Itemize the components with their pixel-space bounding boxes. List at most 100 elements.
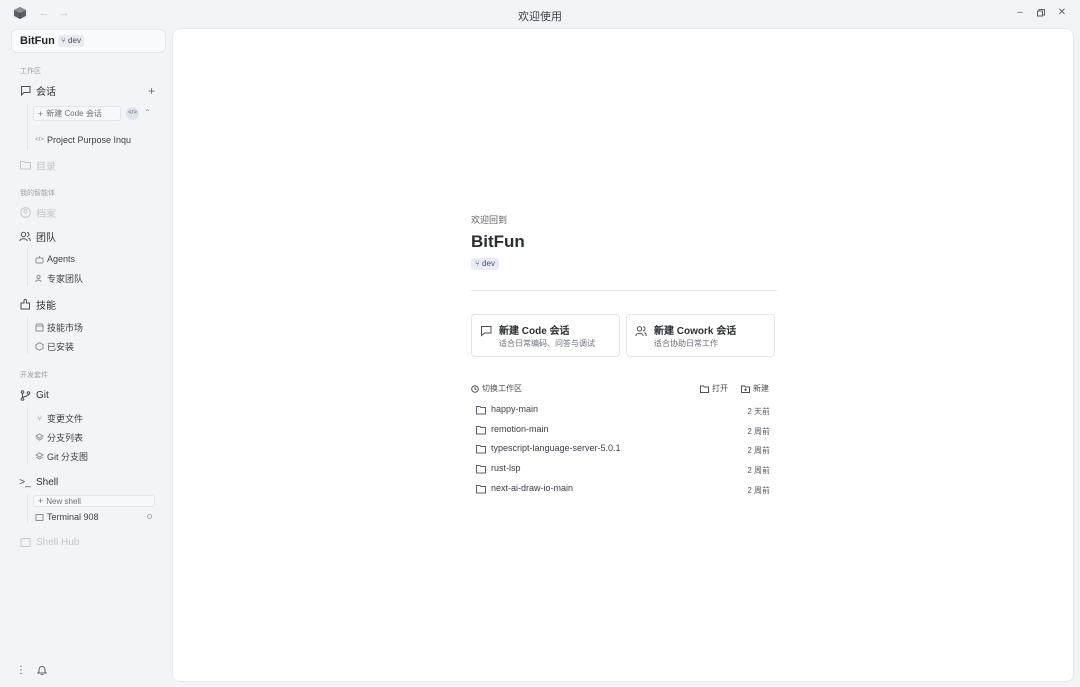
open-workspace-button[interactable]: 打开: [700, 383, 728, 394]
skills-item-label: 已安装: [47, 341, 75, 352]
workspace-name: BitFun: [20, 35, 55, 47]
add-session-button[interactable]: +: [148, 84, 155, 98]
branch-icon: ⑂: [61, 36, 66, 45]
recent-workspaces-list: happy-main 2 天前 remotion-main 2 周前 types…: [471, 401, 777, 499]
nav-skills-label: 技能: [36, 300, 56, 312]
code-icon: </>: [35, 137, 44, 143]
nav-team[interactable]: 团队: [19, 228, 56, 244]
git-branch-icon: [19, 389, 31, 401]
code-mode-icon[interactable]: </>: [126, 107, 139, 120]
nav-profile-label: 档案: [36, 208, 56, 220]
workspace-list-item[interactable]: happy-main 2 天前: [471, 401, 777, 421]
minimize-button[interactable]: –: [1013, 6, 1027, 20]
restore-button[interactable]: [1034, 6, 1048, 20]
card-description: 适合日常编码、问答与调试: [499, 339, 595, 348]
git-item-branches[interactable]: 分支列表: [35, 430, 83, 444]
skills-item-installed[interactable]: 已安装: [35, 339, 74, 353]
team-item-agents[interactable]: Agents: [35, 252, 75, 266]
card-title: 新建 Cowork 会话: [654, 326, 737, 337]
skills-item-market[interactable]: 技能市场: [35, 320, 83, 334]
folder-icon: [476, 465, 486, 474]
tree-line: [27, 494, 28, 524]
tree-line: [27, 316, 28, 354]
users-icon: [635, 324, 647, 337]
layers-icon: [35, 451, 44, 461]
tree-line: [27, 407, 28, 464]
tree-line: [27, 104, 28, 150]
terminal-item-label: Terminal 908: [47, 512, 99, 522]
layers-icon: [35, 432, 44, 442]
main-panel: 欢迎回到 BitFun ⑂ dev 新建 Code 会话 适合日常编码、问答与调…: [172, 28, 1074, 682]
title-bar: ← → 欢迎使用 – ✕: [0, 0, 1080, 28]
workspace-card[interactable]: BitFun ⑂ dev: [11, 29, 166, 53]
nav-git[interactable]: Git: [19, 387, 49, 403]
nav-sessions[interactable]: 会话: [19, 82, 56, 98]
workspace-list-item[interactable]: next-ai-draw-io-main 2 周前: [471, 480, 777, 500]
users-icon: [35, 274, 44, 283]
nav-shell[interactable]: >_ Shell: [19, 474, 58, 490]
collapse-icon[interactable]: ⌃: [144, 108, 151, 117]
workspace-list-item[interactable]: typescript-language-server-5.0.1 2 周前: [471, 440, 777, 460]
git-item-label: 变更文件: [47, 413, 84, 424]
git-item-label: Git 分支图: [47, 451, 89, 462]
status-dot-icon: [147, 514, 152, 519]
folder-plus-icon: [741, 385, 750, 393]
new-code-session-card[interactable]: 新建 Code 会话 适合日常编码、问答与调试: [471, 314, 620, 357]
nav-shell-hub-label: Shell Hub: [36, 536, 80, 548]
terminal-item[interactable]: Terminal 908: [35, 510, 99, 524]
sidebar: BitFun ⑂ dev: [0, 28, 172, 687]
terminal-window-icon: [35, 513, 44, 522]
new-workspace-button[interactable]: 新建: [741, 383, 769, 394]
branch-icon: ⑂: [475, 259, 480, 268]
profile-icon: [19, 206, 31, 218]
workspace-name: remotion-main: [491, 423, 549, 434]
team-item-label: 专家团队: [47, 273, 84, 284]
workspace-name: happy-main: [491, 404, 539, 414]
new-shell-label: New shell: [46, 496, 81, 506]
workspace-list-item[interactable]: remotion-main 2 周前: [471, 421, 777, 441]
section-agents-label: 我的智能体: [20, 190, 55, 197]
workspace-time: 2 周前: [747, 426, 770, 436]
nav-skills[interactable]: 技能: [19, 296, 56, 312]
branch-name: dev: [68, 36, 81, 45]
nav-directory[interactable]: 目录: [19, 157, 56, 173]
workspace-name: typescript-language-server-5.0.1: [491, 443, 621, 454]
close-button[interactable]: ✕: [1055, 6, 1069, 20]
section-devkit-label: 开发套件: [20, 372, 48, 379]
branch-name: dev: [482, 259, 495, 268]
switch-workspace-text: 切换工作区: [482, 384, 522, 393]
chat-icon: [480, 324, 492, 337]
git-branch-icon: ⑂: [37, 413, 42, 423]
branch-badge: ⑂ dev: [471, 258, 499, 270]
folder-icon: [476, 484, 486, 494]
nav-team-label: 团队: [36, 232, 56, 244]
nav-git-label: Git: [36, 389, 49, 401]
chat-icon: [19, 84, 31, 96]
workspace-list-item[interactable]: rust-lsp 2 周前: [471, 460, 777, 480]
folder-open-icon: [700, 385, 709, 393]
new-code-session-button[interactable]: + 新建 Code 会话: [33, 106, 121, 121]
workspace-switch-bar: 切换工作区 打开 新建: [471, 383, 771, 395]
open-label: 打开: [712, 384, 728, 393]
session-item[interactable]: </> Project Purpose Inqu: [35, 133, 131, 147]
welcome-header: 欢迎回到 BitFun ⑂ dev: [471, 213, 777, 271]
folder-icon: [19, 159, 31, 171]
workspace-name: rust-lsp: [491, 463, 521, 474]
new-cowork-session-card[interactable]: 新建 Cowork 会话 适合协助日常工作: [626, 314, 775, 357]
package-icon: [35, 341, 44, 351]
team-item-experts[interactable]: 专家团队: [35, 271, 83, 285]
bell-icon[interactable]: [36, 665, 48, 677]
git-item-graph[interactable]: Git 分支图: [35, 449, 88, 463]
folder-icon: [476, 406, 486, 415]
more-menu-icon[interactable]: ⋮: [15, 665, 27, 677]
new-shell-button[interactable]: + New shell: [33, 495, 155, 507]
nav-profile[interactable]: 档案: [19, 204, 56, 220]
git-item-changes[interactable]: ⑂ 变更文件: [35, 411, 83, 425]
puzzle-icon: [19, 298, 31, 310]
welcome-workspace-title: BitFun: [471, 232, 525, 251]
nav-shell-hub[interactable]: Shell Hub: [19, 534, 79, 550]
section-workspace-label: 工作区: [20, 68, 41, 75]
card-description: 适合协助日常工作: [654, 339, 718, 348]
nav-shell-label: Shell: [36, 476, 59, 488]
git-item-label: 分支列表: [47, 432, 84, 443]
